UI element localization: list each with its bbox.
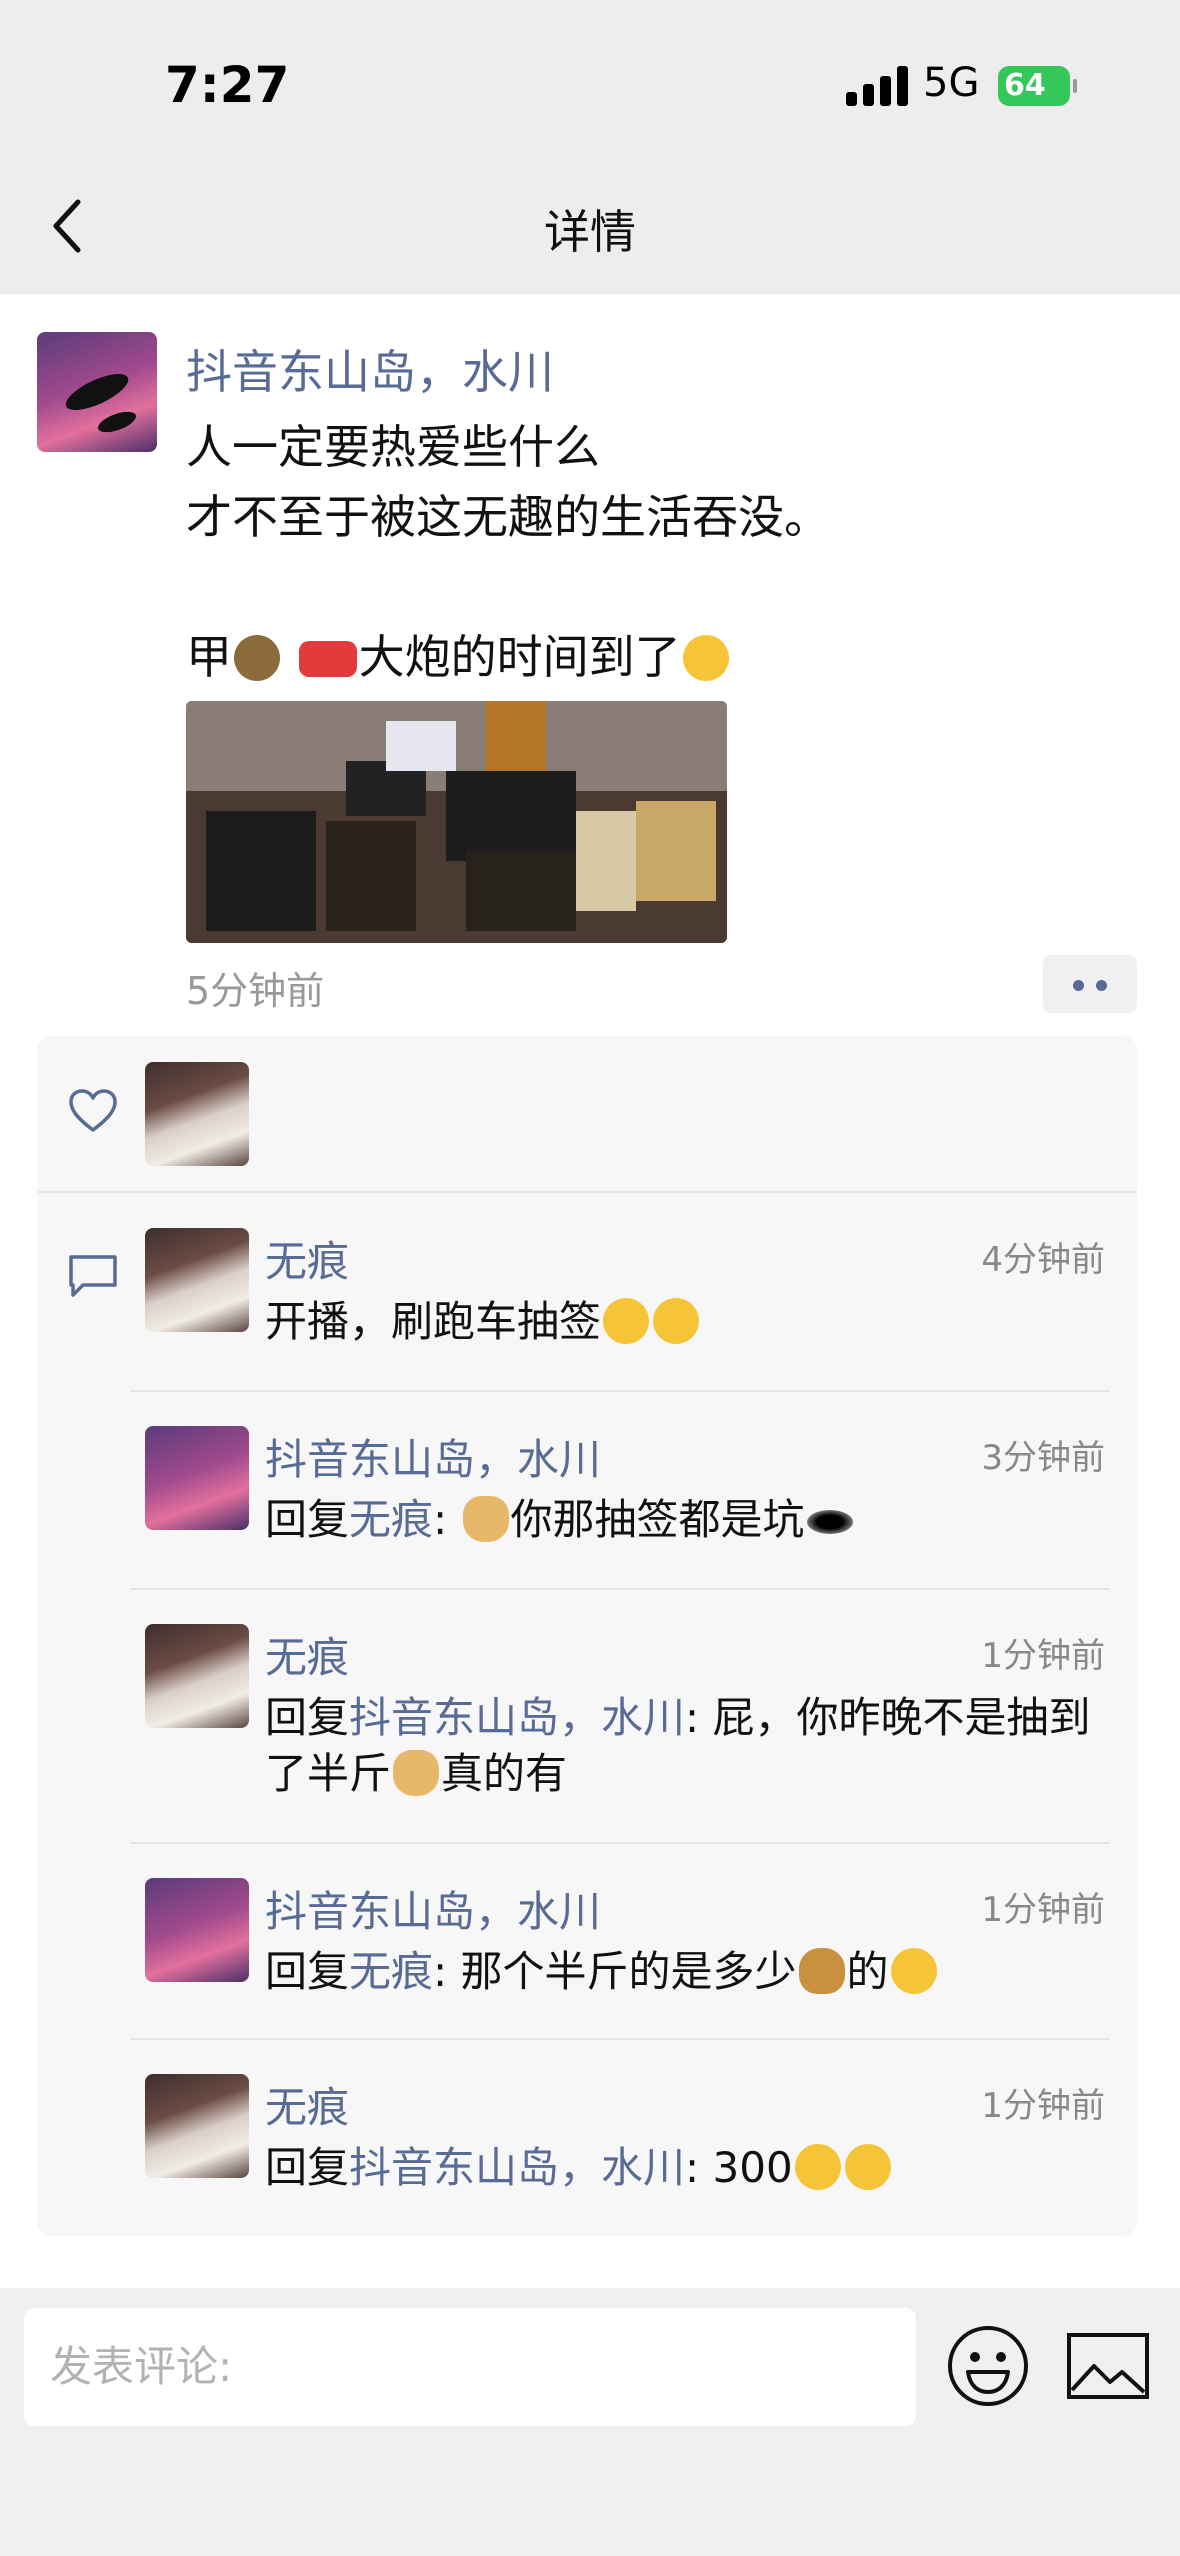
divider <box>130 1842 1110 1844</box>
thinking-emoji-icon <box>603 1298 650 1344</box>
thinking-emoji-icon <box>653 1298 700 1344</box>
comment-avatar[interactable] <box>145 1624 249 1728</box>
comment-author[interactable]: 无痕 <box>265 2074 349 2135</box>
comment-author[interactable]: 抖音东山岛，水川 <box>265 1878 601 1939</box>
comment-text: 回复无痕: 你那抽签都是坑 <box>265 1492 1115 1548</box>
comment-time: 1分钟前 <box>981 1890 1105 1930</box>
comment-item[interactable]: 无痕 1分钟前 回复抖音东山岛，水川: 屁，你昨晚不是抽到了半斤 真的有 <box>37 1624 1137 1824</box>
reply-to-user[interactable]: 无痕 <box>349 1947 433 1996</box>
orca-image <box>65 373 136 433</box>
comment-time: 1分钟前 <box>981 2086 1105 2126</box>
comment-bar: 发表评论: <box>0 2288 1180 2556</box>
comment-content-2: 你那抽签都是坑 <box>510 1495 805 1544</box>
more-actions-button[interactable] <box>1043 955 1137 1013</box>
comment-item[interactable]: 抖音东山岛，水川 3分钟前 回复无痕: 你那抽签都是坑 <box>37 1426 1137 1576</box>
thinking-emoji-icon <box>890 1948 937 1994</box>
heart-icon <box>69 1089 117 1132</box>
image-icon[interactable] <box>1066 2332 1150 2400</box>
comment-author[interactable]: 无痕 <box>265 1624 349 1685</box>
like-avatar[interactable] <box>145 1062 249 1166</box>
page-title: 详情 <box>544 205 636 259</box>
comment-time: 3分钟前 <box>981 1438 1105 1478</box>
post-line-3-end: 大炮的时间到了 <box>358 630 681 684</box>
tea-boxes-image <box>186 701 727 943</box>
comment-item[interactable]: 无痕 1分钟前 回复抖音东山岛，水川: 300 <box>37 2074 1137 2224</box>
comment-content: 开播，刷跑车抽签 <box>265 1297 602 1346</box>
battery-icon: 64 <box>998 66 1077 106</box>
comment-text: 回复抖音东山岛，水川: 屁，你昨晚不是抽到了半斤 真的有 <box>265 1690 1115 1802</box>
tea-emoji-icon <box>234 635 280 681</box>
thinking-emoji-icon <box>844 2144 891 2190</box>
hole-emoji-icon <box>806 1510 853 1534</box>
reply-to-user[interactable]: 抖音东山岛，水川 <box>349 2143 685 2192</box>
top-bar: 7:27 5G 64 详情 <box>0 0 1180 294</box>
divider <box>130 2038 1110 2040</box>
comment-author[interactable]: 抖音东山岛，水川 <box>265 1426 601 1487</box>
post-line-1: 人一定要热爱些什么 <box>186 420 600 474</box>
comment-avatar[interactable] <box>145 1228 249 1332</box>
comment-item[interactable]: 抖音东山岛，水川 1分钟前 回复无痕: 那个半斤的是多少的 <box>37 1878 1137 2028</box>
money-bag-emoji-icon <box>798 1948 845 1994</box>
comment-text: 回复抖音东山岛，水川: 300 <box>265 2140 1115 2196</box>
signal-icon <box>846 66 908 106</box>
reply-prefix: 回复 <box>265 1947 350 1996</box>
comment-content: : <box>433 1495 461 1544</box>
comment-author[interactable]: 无痕 <box>265 1228 349 1289</box>
post-content: 人一定要热爱些什么 才不至于被这无趣的生活吞没。 甲 大炮的时间到了 <box>186 412 1146 692</box>
post-line-3-start: 甲 <box>186 630 232 684</box>
divider <box>37 1191 1137 1193</box>
divider <box>130 1588 1110 1590</box>
car-emoji-icon <box>298 641 357 677</box>
battery-level: 64 <box>1004 68 1046 103</box>
post-time: 5分钟前 <box>186 969 325 1013</box>
post-author-avatar[interactable] <box>37 332 157 452</box>
comment-time: 1分钟前 <box>981 1636 1105 1676</box>
reply-to-user[interactable]: 抖音东山岛，水川 <box>349 1693 685 1742</box>
post-author-name[interactable]: 抖音东山岛，水川 <box>186 336 554 402</box>
divider <box>130 1390 1110 1392</box>
reply-prefix: 回复 <box>265 2143 350 2192</box>
smirk-emoji-icon <box>682 635 729 681</box>
comment-content: : 那个半斤的是多少 <box>433 1947 797 1996</box>
comment-text: 回复无痕: 那个半斤的是多少的 <box>265 1944 1115 2000</box>
status-time: 7:27 <box>165 56 290 114</box>
doge-emoji-icon <box>393 1750 440 1796</box>
comment-text: 开播，刷跑车抽签 <box>265 1294 1115 1350</box>
comment-time: 4分钟前 <box>981 1240 1105 1280</box>
reply-to-user[interactable]: 无痕 <box>349 1495 433 1544</box>
thinking-emoji-icon <box>794 2144 841 2190</box>
doge-emoji-icon <box>462 1496 509 1542</box>
comment-input[interactable]: 发表评论: <box>24 2308 916 2426</box>
network-label: 5G <box>923 60 980 106</box>
comment-avatar[interactable] <box>145 2074 249 2178</box>
comment-item[interactable]: 无痕 4分钟前 开播，刷跑车抽签 <box>37 1228 1137 1378</box>
post-line-2: 才不至于被这无趣的生活吞没。 <box>186 490 830 544</box>
comment-avatar[interactable] <box>145 1878 249 1982</box>
comment-content: : 300 <box>685 2143 793 2192</box>
interaction-panel: 无痕 4分钟前 开播，刷跑车抽签 抖音东山岛，水川 3分钟前 回复无痕: 你那抽… <box>37 1036 1137 2236</box>
comment-content-2: 的 <box>846 1947 889 1996</box>
reply-prefix: 回复 <box>265 1495 350 1544</box>
reply-prefix: 回复 <box>265 1693 350 1742</box>
post-photo[interactable] <box>186 701 727 943</box>
emoji-icon[interactable] <box>946 2324 1030 2408</box>
comment-content-2: 真的有 <box>441 1749 568 1798</box>
comment-avatar[interactable] <box>145 1426 249 1530</box>
